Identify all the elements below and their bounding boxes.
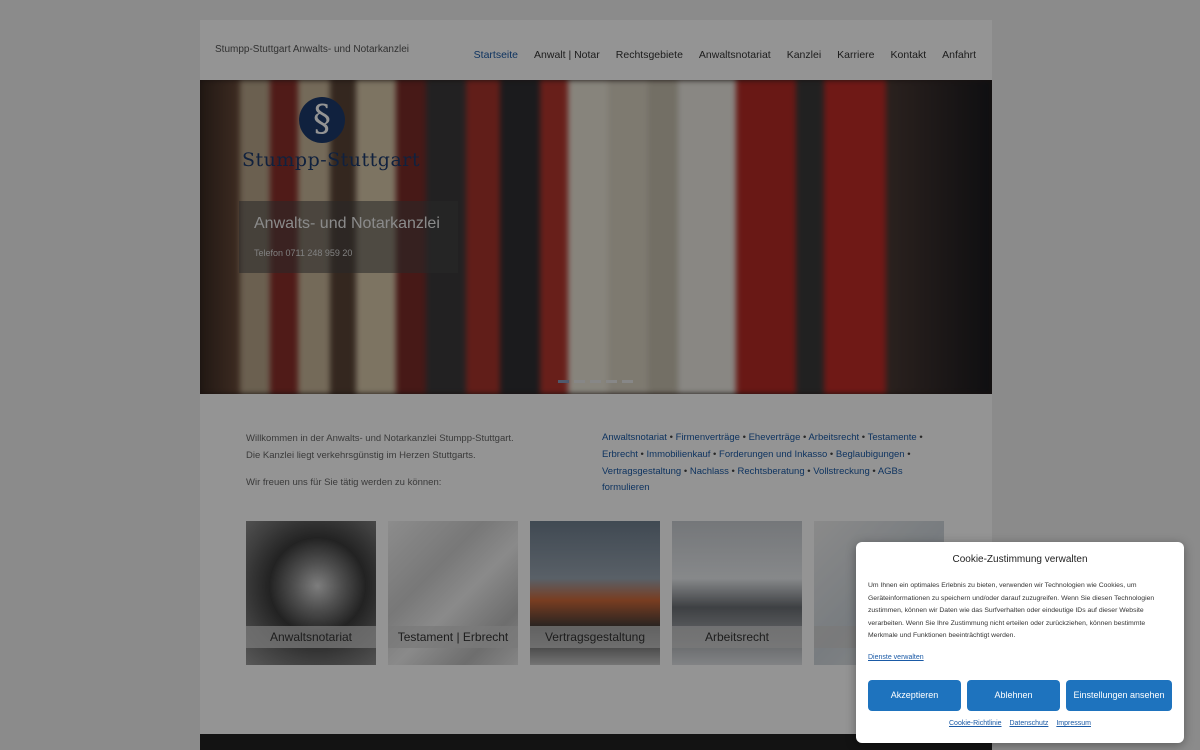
cookie-dialog-text: Um Ihnen ein optimales Erlebnis zu biete… [868,582,1155,640]
imprint-link[interactable]: Impressum [1056,720,1091,727]
cookie-buttons: Akzeptieren Ablehnen Einstellungen anseh… [868,680,1172,711]
cookie-dialog-title: Cookie-Zustimmung verwalten [952,554,1088,565]
cookie-footer-links: Cookie-Richtlinie Datenschutz Impressum [856,720,1184,727]
privacy-link[interactable]: Datenschutz [1009,720,1048,727]
manage-services-link[interactable]: Dienste verwalten [868,654,924,661]
reject-button[interactable]: Ablehnen [967,680,1060,711]
cookie-policy-link[interactable]: Cookie-Richtlinie [949,720,1002,727]
cookie-consent-dialog: Cookie-Zustimmung verwalten Um Ihnen ein… [856,542,1184,743]
accept-button[interactable]: Akzeptieren [868,680,961,711]
view-settings-button[interactable]: Einstellungen ansehen [1066,680,1172,711]
